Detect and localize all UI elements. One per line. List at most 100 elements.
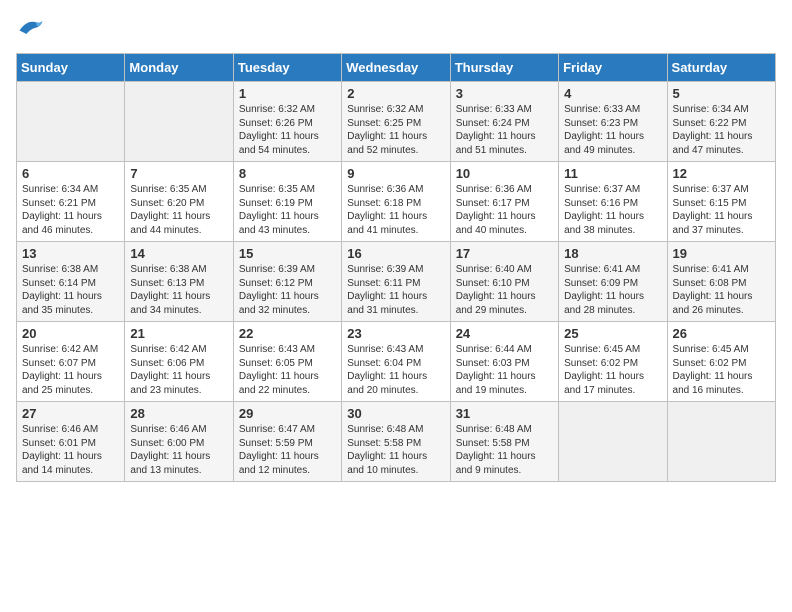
calendar-cell: 20Sunrise: 6:42 AMSunset: 6:07 PMDayligh… <box>17 322 125 402</box>
cell-content: Sunrise: 6:33 AMSunset: 6:24 PMDaylight:… <box>456 103 553 157</box>
calendar-cell: 1 Sunrise: 6:32 AMSunset: 6:26 PMDaylight… <box>233 82 341 162</box>
cell-content: Sunrise: 6:32 AMSunset: 6:26 PMDaylight:… <box>239 103 336 157</box>
column-header-monday: Monday <box>125 54 233 82</box>
calendar-cell: 29 Sunrise: 6:47 AMSunset: 5:59 PMDayligh… <box>233 402 341 482</box>
cell-content: Sunrise: 6:37 AMSunset: 6:15 PMDaylight:… <box>673 183 770 237</box>
calendar-cell: 30 Sunrise: 6:48 AMSunset: 5:58 PMDayligh… <box>342 402 450 482</box>
calendar-cell: 4Sunrise: 6:33 AMSunset: 6:23 PMDaylight… <box>559 82 667 162</box>
cell-content: Sunrise: 6:48 AMSunset: 5:58 PMDaylight:… <box>456 423 553 477</box>
day-number: 9 <box>347 166 444 181</box>
calendar-cell: 9 Sunrise: 6:36 AMSunset: 6:18 PMDaylight… <box>342 162 450 242</box>
cell-content: Sunrise: 6:41 AMSunset: 6:09 PMDaylight:… <box>564 263 661 317</box>
calendar-cell <box>125 82 233 162</box>
cell-content: Sunrise: 6:42 AMSunset: 6:07 PMDaylight:… <box>22 343 119 397</box>
cell-content: Sunrise: 6:34 AMSunset: 6:22 PMDaylight:… <box>673 103 770 157</box>
day-number: 18 <box>564 246 661 261</box>
day-number: 13 <box>22 246 119 261</box>
calendar-cell: 21 Sunrise: 6:42 AMSunset: 6:06 PMDayligh… <box>125 322 233 402</box>
cell-content: Sunrise: 6:38 AMSunset: 6:13 PMDaylight:… <box>130 263 227 317</box>
day-number: 14 <box>130 246 227 261</box>
cell-content: Sunrise: 6:45 AMSunset: 6:02 PMDaylight:… <box>673 343 770 397</box>
day-number: 8 <box>239 166 336 181</box>
logo <box>16 16 48 43</box>
calendar-cell <box>559 402 667 482</box>
day-number: 26 <box>673 326 770 341</box>
day-number: 28 <box>130 406 227 421</box>
day-number: 3 <box>456 86 553 101</box>
calendar-cell <box>667 402 775 482</box>
calendar-cell: 14 Sunrise: 6:38 AMSunset: 6:13 PMDayligh… <box>125 242 233 322</box>
day-number: 1 <box>239 86 336 101</box>
cell-content: Sunrise: 6:44 AMSunset: 6:03 PMDaylight:… <box>456 343 553 397</box>
cell-content: Sunrise: 6:37 AMSunset: 6:16 PMDaylight:… <box>564 183 661 237</box>
logo-icon <box>16 16 44 43</box>
day-number: 15 <box>239 246 336 261</box>
cell-content: Sunrise: 6:39 AMSunset: 6:11 PMDaylight:… <box>347 263 444 317</box>
day-number: 12 <box>673 166 770 181</box>
calendar-cell: 23 Sunrise: 6:43 AMSunset: 6:04 PMDayligh… <box>342 322 450 402</box>
calendar-cell: 7Sunrise: 6:35 AMSunset: 6:20 PMDaylight… <box>125 162 233 242</box>
cell-content: Sunrise: 6:42 AMSunset: 6:06 PMDaylight:… <box>130 343 227 397</box>
cell-content: Sunrise: 6:38 AMSunset: 6:14 PMDaylight:… <box>22 263 119 317</box>
column-header-friday: Friday <box>559 54 667 82</box>
day-number: 10 <box>456 166 553 181</box>
cell-content: Sunrise: 6:35 AMSunset: 6:19 PMDaylight:… <box>239 183 336 237</box>
cell-content: Sunrise: 6:45 AMSunset: 6:02 PMDaylight:… <box>564 343 661 397</box>
calendar-cell <box>17 82 125 162</box>
cell-content: Sunrise: 6:43 AMSunset: 6:04 PMDaylight:… <box>347 343 444 397</box>
day-number: 11 <box>564 166 661 181</box>
column-header-tuesday: Tuesday <box>233 54 341 82</box>
day-number: 31 <box>456 406 553 421</box>
calendar-cell: 8 Sunrise: 6:35 AMSunset: 6:19 PMDaylight… <box>233 162 341 242</box>
calendar-cell: 27 Sunrise: 6:46 AMSunset: 6:01 PMDayligh… <box>17 402 125 482</box>
calendar-cell: 11 Sunrise: 6:37 AMSunset: 6:16 PMDayligh… <box>559 162 667 242</box>
day-number: 21 <box>130 326 227 341</box>
calendar-cell: 12 Sunrise: 6:37 AMSunset: 6:15 PMDayligh… <box>667 162 775 242</box>
column-header-thursday: Thursday <box>450 54 558 82</box>
calendar-cell: 25 Sunrise: 6:45 AMSunset: 6:02 PMDayligh… <box>559 322 667 402</box>
calendar-cell: 13 Sunrise: 6:38 AMSunset: 6:14 PMDayligh… <box>17 242 125 322</box>
day-number: 25 <box>564 326 661 341</box>
cell-content: Sunrise: 6:48 AMSunset: 5:58 PMDaylight:… <box>347 423 444 477</box>
calendar-cell: 5 Sunrise: 6:34 AMSunset: 6:22 PMDaylight… <box>667 82 775 162</box>
calendar-cell: 17 Sunrise: 6:40 AMSunset: 6:10 PMDayligh… <box>450 242 558 322</box>
calendar-cell: 15 Sunrise: 6:39 AMSunset: 6:12 PMDayligh… <box>233 242 341 322</box>
calendar-cell: 26 Sunrise: 6:45 AMSunset: 6:02 PMDayligh… <box>667 322 775 402</box>
calendar-cell: 10 Sunrise: 6:36 AMSunset: 6:17 PMDayligh… <box>450 162 558 242</box>
cell-content: Sunrise: 6:36 AMSunset: 6:18 PMDaylight:… <box>347 183 444 237</box>
cell-content: Sunrise: 6:32 AMSunset: 6:25 PMDaylight:… <box>347 103 444 157</box>
day-number: 27 <box>22 406 119 421</box>
day-number: 30 <box>347 406 444 421</box>
column-header-sunday: Sunday <box>17 54 125 82</box>
calendar-cell: 22 Sunrise: 6:43 AMSunset: 6:05 PMDayligh… <box>233 322 341 402</box>
cell-content: Sunrise: 6:46 AMSunset: 6:01 PMDaylight:… <box>22 423 119 477</box>
day-number: 16 <box>347 246 444 261</box>
day-number: 29 <box>239 406 336 421</box>
column-header-saturday: Saturday <box>667 54 775 82</box>
cell-content: Sunrise: 6:39 AMSunset: 6:12 PMDaylight:… <box>239 263 336 317</box>
day-number: 17 <box>456 246 553 261</box>
calendar-cell: 6Sunrise: 6:34 AMSunset: 6:21 PMDaylight… <box>17 162 125 242</box>
cell-content: Sunrise: 6:47 AMSunset: 5:59 PMDaylight:… <box>239 423 336 477</box>
cell-content: Sunrise: 6:40 AMSunset: 6:10 PMDaylight:… <box>456 263 553 317</box>
calendar-cell: 18 Sunrise: 6:41 AMSunset: 6:09 PMDayligh… <box>559 242 667 322</box>
cell-content: Sunrise: 6:36 AMSunset: 6:17 PMDaylight:… <box>456 183 553 237</box>
day-number: 24 <box>456 326 553 341</box>
day-number: 19 <box>673 246 770 261</box>
column-header-wednesday: Wednesday <box>342 54 450 82</box>
cell-content: Sunrise: 6:41 AMSunset: 6:08 PMDaylight:… <box>673 263 770 317</box>
calendar-cell: 19 Sunrise: 6:41 AMSunset: 6:08 PMDayligh… <box>667 242 775 322</box>
cell-content: Sunrise: 6:35 AMSunset: 6:20 PMDaylight:… <box>130 183 227 237</box>
day-number: 5 <box>673 86 770 101</box>
cell-content: Sunrise: 6:43 AMSunset: 6:05 PMDaylight:… <box>239 343 336 397</box>
calendar-cell: 16 Sunrise: 6:39 AMSunset: 6:11 PMDayligh… <box>342 242 450 322</box>
calendar-cell: 28 Sunrise: 6:46 AMSunset: 6:00 PMDayligh… <box>125 402 233 482</box>
calendar-cell: 3 Sunrise: 6:33 AMSunset: 6:24 PMDaylight… <box>450 82 558 162</box>
cell-content: Sunrise: 6:33 AMSunset: 6:23 PMDaylight:… <box>564 103 661 157</box>
day-number: 22 <box>239 326 336 341</box>
page-header <box>16 16 776 43</box>
calendar-cell: 24 Sunrise: 6:44 AMSunset: 6:03 PMDayligh… <box>450 322 558 402</box>
cell-content: Sunrise: 6:46 AMSunset: 6:00 PMDaylight:… <box>130 423 227 477</box>
calendar-cell: 2Sunrise: 6:32 AMSunset: 6:25 PMDaylight… <box>342 82 450 162</box>
day-number: 23 <box>347 326 444 341</box>
